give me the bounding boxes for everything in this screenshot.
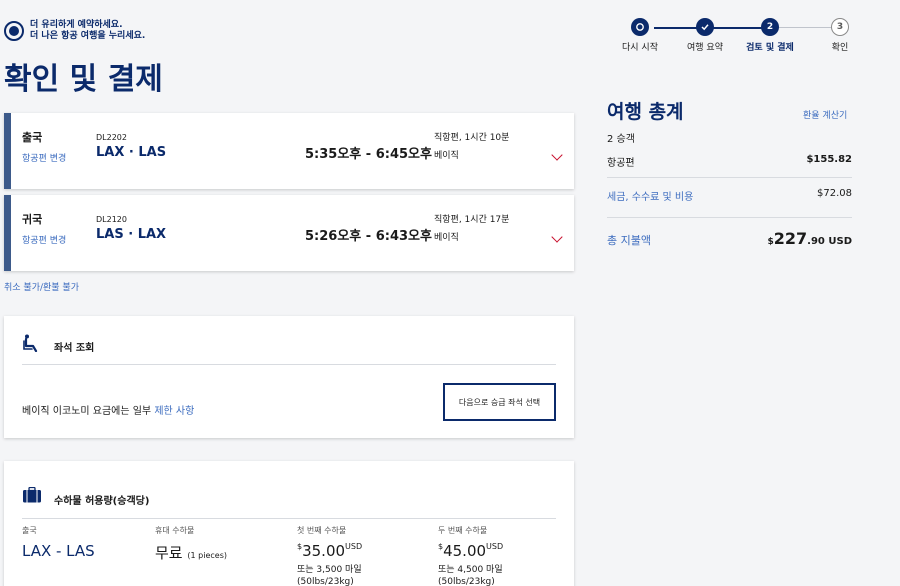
flight-duration: 직항편, 1시간 17분 (434, 215, 510, 225)
baggage-card: 수하물 허용량(승객당) 출국 LAX - LAS 휴대 수하물 무료 (1 p… (4, 461, 574, 586)
baggage-title: 수하물 허용량(승객당) (54, 496, 150, 507)
step-review-number: 2 (761, 18, 779, 36)
carryon-free: 무료 (155, 544, 183, 562)
baggage-col-route: 출국 LAX - LAS (22, 525, 95, 560)
flight-card-accent-bar (4, 195, 11, 271)
brand-tagline-line2: 더 나은 항공 여행을 누리세요. (30, 31, 146, 41)
brand-tagline: 더 유리하게 예약하세요. 더 나은 항공 여행을 누리세요. (30, 20, 145, 42)
tax-label-link[interactable]: 세금, 수수료 및 비용 (607, 188, 693, 203)
page-title: 확인 및 결제 (4, 62, 163, 97)
flight-cost-label: 항공편 (607, 158, 635, 169)
currency-code: USD (486, 542, 504, 551)
flight-direction: 귀국 (22, 213, 43, 226)
passenger-count: 2 승객 (607, 134, 635, 145)
second-bag-amount: 45.00 (443, 542, 487, 560)
seat-icon (23, 334, 38, 352)
total-minor: .90 USD (807, 236, 852, 247)
baggage-col-carryon: 휴대 수하물 무료 (1 pieces) (155, 525, 227, 563)
flight-card-outbound: 출국 항공편 변경 DL2202 LAX · LAS 5:35오후 - 6:45… (4, 113, 574, 189)
check-icon (696, 18, 714, 36)
progress-stepper: 다시 시작 여행 요약 2 검토 및 결제 3 확인 (610, 18, 870, 58)
total-amount: $227.90 USD (768, 229, 853, 248)
flight-times: 5:26오후 - 6:43오후 (305, 229, 432, 244)
flight-number: DL2120 (96, 215, 127, 224)
second-bag-miles: 또는 4,500 마일 (438, 565, 503, 575)
step-restart[interactable]: 다시 시작 (605, 18, 675, 53)
flight-route: LAS · LAX (96, 227, 167, 242)
flight-cost-row: 항공편 $155.82 (607, 154, 852, 169)
total-major: 227 (773, 229, 808, 248)
change-flight-link[interactable]: 항공편 변경 (22, 233, 66, 246)
brand-tagline-line1: 더 유리하게 예약하세요. (30, 20, 123, 30)
flight-card-accent-bar (4, 113, 11, 189)
step-trip-summary-label: 여행 요약 (687, 43, 723, 53)
tax-value: $72.08 (817, 188, 852, 199)
trip-total-title: 여행 총계 (607, 101, 684, 123)
first-bag-weight: (50lbs/23kg) (297, 577, 354, 586)
chevron-down-icon[interactable] (551, 231, 563, 243)
divider (22, 518, 556, 519)
suitcase-icon (23, 487, 41, 503)
tax-row: 세금, 수수료 및 비용 $72.08 (607, 188, 852, 203)
flight-cost-value: $155.82 (806, 154, 852, 165)
divider (607, 217, 852, 218)
first-bag-miles: 또는 3,500 마일 (297, 565, 362, 575)
brand-header: 더 유리하게 예약하세요. 더 나은 항공 여행을 누리세요. (4, 20, 145, 42)
fare-class: 베이직 (434, 233, 459, 243)
baggage-route: LAX - LAS (22, 542, 95, 560)
restrictions-link[interactable]: 제한 사항 (154, 406, 194, 417)
baggage-col-head: 출국 (22, 526, 37, 535)
flight-direction: 출국 (22, 131, 43, 144)
second-bag-price: $45.00USD (438, 542, 503, 560)
seat-card: 좌석 조회 베이직 이코노미 요금에는 일부 제한 사항 다음으로 승급 좌석 … (4, 316, 574, 438)
delta-logo-icon[interactable] (4, 21, 24, 41)
chevron-down-icon[interactable] (551, 149, 563, 161)
step-trip-summary[interactable]: 여행 요약 (670, 18, 740, 53)
carryon-pieces: (1 pieces) (187, 551, 227, 560)
flight-route: LAX · LAS (96, 145, 167, 160)
change-flight-link[interactable]: 항공편 변경 (22, 151, 66, 164)
first-bag-amount: 35.00 (302, 542, 346, 560)
step-review-payment: 2 검토 및 결제 (735, 18, 805, 53)
fare-class: 베이직 (434, 151, 459, 161)
baggage-col-head: 휴대 수하물 (155, 526, 195, 535)
step-review-label: 검토 및 결제 (746, 43, 794, 53)
carryon-price: 무료 (1 pieces) (155, 542, 227, 563)
flight-number: DL2202 (96, 133, 127, 142)
passenger-count-row: 2 승객 (607, 130, 852, 145)
total-row: 총 지불액 $227.90 USD (607, 229, 852, 248)
baggage-col-head: 첫 번째 수하물 (297, 526, 347, 535)
divider (607, 177, 852, 178)
step-restart-label: 다시 시작 (622, 43, 658, 53)
second-bag-weight: (50lbs/23kg) (438, 577, 495, 586)
baggage-col-first: 첫 번째 수하물 $35.00USD 또는 3,500 마일 (50lbs/23… (297, 525, 362, 586)
upgrade-seat-button[interactable]: 다음으로 승급 좌석 선택 (443, 383, 556, 421)
currency-code: USD (345, 542, 363, 551)
step-confirm: 3 확인 (805, 18, 875, 53)
baggage-col-second: 두 번째 수하물 $45.00USD 또는 4,500 마일 (50lbs/23… (438, 525, 503, 586)
seat-description: 베이직 이코노미 요금에는 일부 제한 사항 (22, 402, 194, 417)
baggage-col-head: 두 번째 수하물 (438, 526, 488, 535)
refund-policy-link[interactable]: 취소 불가/환불 불가 (4, 280, 79, 293)
currency-calculator-link[interactable]: 환율 계산기 (803, 108, 847, 121)
divider (22, 364, 556, 365)
seat-title: 좌석 조회 (54, 343, 95, 354)
seat-description-text: 베이직 이코노미 요금에는 일부 (22, 406, 155, 417)
restart-icon (631, 18, 649, 36)
first-bag-price: $35.00USD (297, 542, 362, 560)
flight-times: 5:35오후 - 6:45오후 (305, 147, 432, 162)
flight-card-return: 귀국 항공편 변경 DL2120 LAS · LAX 5:26오후 - 6:43… (4, 195, 574, 271)
step-confirm-number: 3 (831, 18, 849, 36)
total-label: 총 지불액 (607, 234, 651, 247)
step-confirm-label: 확인 (831, 43, 849, 53)
flight-duration: 직항편, 1시간 10분 (434, 133, 510, 143)
